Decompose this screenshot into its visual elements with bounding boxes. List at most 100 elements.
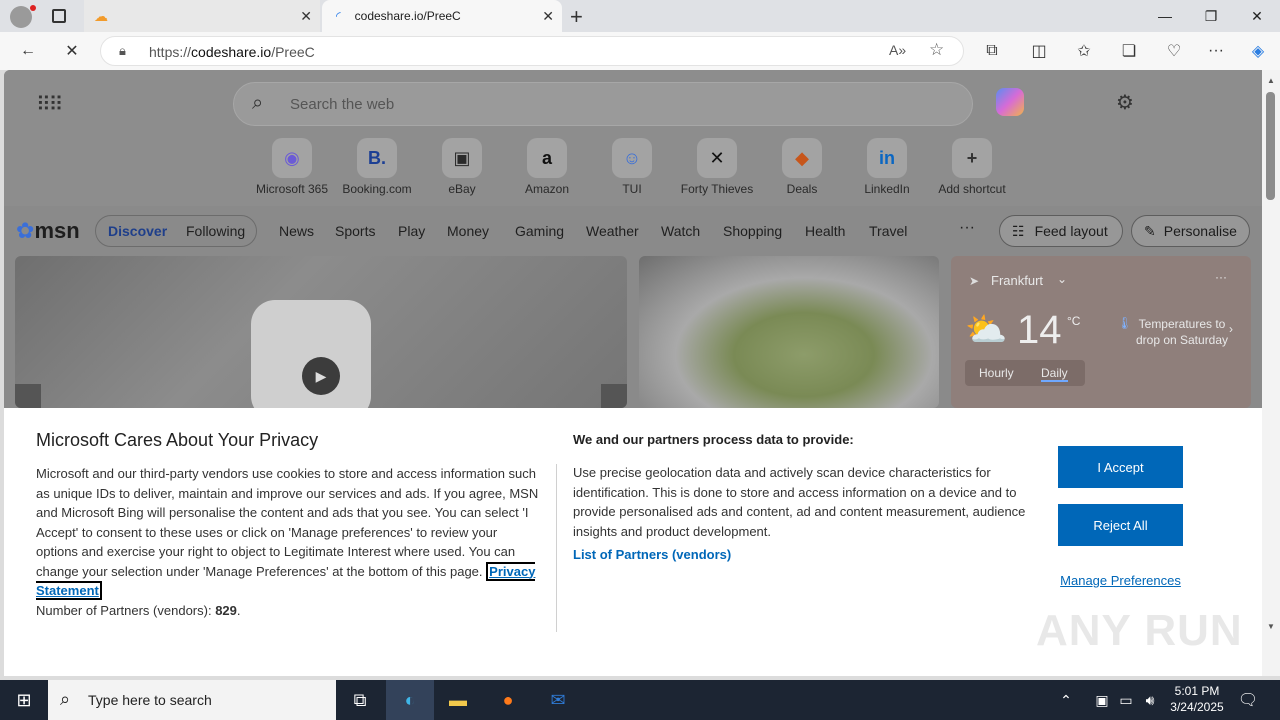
taskbar-search-input[interactable]: Type here to search <box>88 692 212 708</box>
nav-item-sports[interactable]: Sports <box>335 223 375 239</box>
weather-card[interactable]: ➤ Frankfurt ⌄ ··· ⛅ 14 °C 🌡︎ Temperature… <box>951 256 1251 408</box>
settings-gear-icon[interactable]: ⚙ <box>1116 90 1134 115</box>
file-explorer-icon[interactable]: ▬ <box>434 680 482 720</box>
shortcut-tile[interactable]: ✕ Forty Thieves <box>672 138 762 196</box>
nav-item-travel[interactable]: Travel <box>869 223 907 239</box>
codeshare-favicon-icon: ☁ <box>94 7 108 24</box>
chevron-right-icon[interactable]: › <box>1229 322 1233 336</box>
msn-logo[interactable]: ✿msn <box>16 218 80 244</box>
close-tab-icon[interactable]: ✕ <box>542 8 554 25</box>
tab-following[interactable]: Following <box>186 223 245 239</box>
volume-icon[interactable]: 🔊︎ <box>1138 680 1162 720</box>
extensions-icon[interactable]: ⧉ <box>978 38 1006 64</box>
more-nav-icon[interactable]: ··· <box>959 219 975 237</box>
stop-loading-icon[interactable]: ✕ <box>58 38 86 64</box>
feed-layout-button[interactable]: ☷ Feed layout <box>999 215 1123 247</box>
edge-icon[interactable]: ◐ <box>386 680 434 720</box>
address-bar[interactable]: 🔒︎ https://codeshare.io/PreeC A» ☆ <box>100 36 964 66</box>
food-article-card[interactable] <box>639 256 939 408</box>
shortcut-label: TUI <box>622 182 642 196</box>
tab-discover[interactable]: Discover <box>108 223 167 239</box>
nav-item-money[interactable]: Money <box>447 223 489 239</box>
copilot-logo-icon[interactable] <box>996 88 1024 116</box>
msn-butterfly-icon: ✿ <box>16 218 35 243</box>
nav-item-gaming[interactable]: Gaming <box>515 223 564 239</box>
browser-essentials-icon[interactable]: ♡ <box>1160 38 1188 64</box>
new-tab-icon[interactable]: + <box>570 4 583 30</box>
msn-nav-bar: ✿msn Discover Following ··· ☷ Feed layout… <box>4 206 1262 256</box>
outlook-icon[interactable]: ✉ <box>534 680 582 720</box>
scroll-down-icon[interactable]: ▼ <box>1267 622 1275 631</box>
shortcut-tile[interactable]: ☺ TUI <box>587 138 677 196</box>
network-icon[interactable]: ▭ <box>1114 680 1138 720</box>
weather-more-icon[interactable]: ··· <box>1215 270 1227 284</box>
read-aloud-icon[interactable]: A» <box>889 42 906 58</box>
carousel-next-icon[interactable] <box>601 384 627 408</box>
tab-active[interactable]: ◜ codeshare.io/PreeC ✕ <box>322 0 562 32</box>
tab-inactive[interactable]: ☁ ✕ <box>84 0 320 32</box>
split-screen-icon[interactable]: ◫ <box>1025 38 1053 64</box>
shortcut-tile[interactable]: a Amazon <box>502 138 592 196</box>
notification-center-icon[interactable]: 🗨︎ <box>1236 680 1260 720</box>
shortcut-label: eBay <box>448 182 476 196</box>
favorites-icon[interactable]: ✩ <box>1070 38 1098 64</box>
minimize-icon[interactable]: — <box>1142 0 1188 32</box>
favorite-star-icon[interactable]: ☆ <box>929 40 944 60</box>
shortcut-tile[interactable]: in LinkedIn <box>842 138 932 196</box>
tab-daily[interactable]: Daily <box>1041 366 1068 382</box>
vendors-list-link[interactable]: List of Partners (vendors) <box>573 547 731 562</box>
hero-video-card[interactable]: ▶ <box>15 256 627 408</box>
windows-start-icon[interactable]: ⊞ <box>0 680 48 720</box>
nav-item-shopping[interactable]: Shopping <box>723 223 782 239</box>
address-bar-row: ← ✕ 🔒︎ https://codeshare.io/PreeC A» ☆ ⧉… <box>0 32 1280 70</box>
more-options-icon[interactable]: ··· <box>1202 38 1230 64</box>
shortcut-label: Forty Thieves <box>680 182 754 196</box>
url-text[interactable]: https://codeshare.io/PreeC <box>149 44 315 60</box>
carousel-prev-icon[interactable] <box>15 384 41 408</box>
copilot-icon[interactable]: ◈ <box>1244 38 1272 64</box>
apps-grid-icon[interactable]: ⠿⠿ <box>36 92 63 117</box>
tray-device-icon[interactable]: ▣ <box>1090 680 1114 720</box>
processing-body: Use precise geolocation data and activel… <box>573 465 1026 539</box>
play-icon[interactable]: ▶ <box>302 357 340 395</box>
task-view-icon[interactable]: ⧉ <box>336 680 384 720</box>
shortcut-tile[interactable]: ◉ Microsoft 365 <box>247 138 337 196</box>
shortcut-tile[interactable]: B. Booking.com <box>332 138 422 196</box>
tray-chevron-icon[interactable]: ⌃ <box>1054 680 1078 720</box>
close-window-icon[interactable]: ✕ <box>1234 0 1280 32</box>
search-bar[interactable]: ⌕ Search the web <box>233 82 973 126</box>
nav-item-news[interactable]: News <box>279 223 314 239</box>
weather-temp: 14 <box>1017 308 1062 352</box>
reject-all-button[interactable]: Reject All <box>1058 504 1183 546</box>
weather-note[interactable]: Temperatures to drop on Saturday <box>1127 316 1237 348</box>
nav-item-weather[interactable]: Weather <box>586 223 639 239</box>
scroll-up-icon[interactable]: ▲ <box>1267 76 1275 85</box>
lock-icon[interactable]: 🔒︎ <box>119 43 126 59</box>
scroll-thumb[interactable] <box>1266 92 1275 200</box>
close-tab-icon[interactable]: ✕ <box>300 8 312 25</box>
accept-button[interactable]: I Accept <box>1058 446 1183 488</box>
tab-actions-icon[interactable] <box>52 9 66 23</box>
system-clock[interactable]: 5:01 PM 3/24/2025 <box>1162 683 1232 715</box>
sliders-icon: ☷ <box>1012 222 1025 239</box>
profile-icon[interactable] <box>10 6 32 28</box>
manage-preferences-link[interactable]: Manage Preferences <box>1058 573 1183 588</box>
personalise-button[interactable]: ✎ Personalise <box>1131 215 1250 247</box>
shortcut-tile[interactable]: ◆ Deals <box>757 138 847 196</box>
collections-icon[interactable]: ❏ <box>1115 38 1143 64</box>
nav-item-watch[interactable]: Watch <box>661 223 700 239</box>
shortcut-tile[interactable]: + Add shortcut <box>927 138 1017 196</box>
tab-hourly[interactable]: Hourly <box>979 366 1014 380</box>
partners-count: 829 <box>215 602 237 618</box>
restore-icon[interactable]: ❐ <box>1188 0 1234 32</box>
nav-item-play[interactable]: Play <box>398 223 425 239</box>
back-icon[interactable]: ← <box>14 38 42 64</box>
page-scrollbar[interactable]: ▲ ▼ <box>1262 70 1280 676</box>
personalise-icon: ✎ <box>1144 222 1156 239</box>
nav-item-health[interactable]: Health <box>805 223 845 239</box>
weather-city[interactable]: Frankfurt <box>991 273 1043 288</box>
taskbar-search[interactable]: ⌕ Type here to search <box>48 680 336 720</box>
search-input[interactable]: Search the web <box>290 96 394 113</box>
firefox-icon[interactable]: ● <box>484 680 532 720</box>
shortcut-tile[interactable]: ▣ eBay <box>417 138 507 196</box>
